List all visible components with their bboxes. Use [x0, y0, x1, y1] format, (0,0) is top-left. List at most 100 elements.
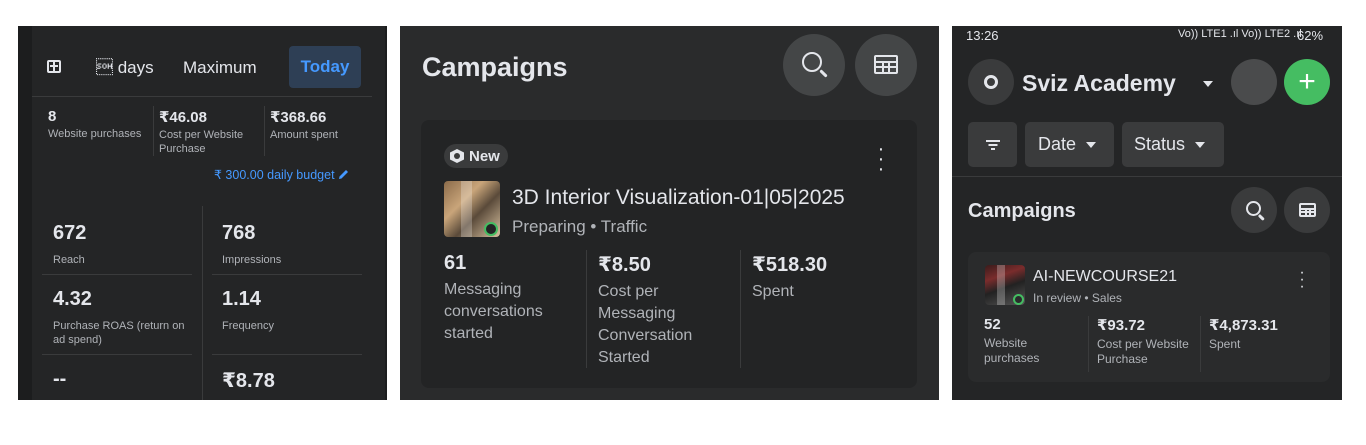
account-name[interactable]: Sviz Academy	[1022, 70, 1176, 97]
tab-maximum[interactable]: Maximum	[183, 58, 257, 78]
metric-label: Purchase ROAS (return on ad spend)	[53, 320, 185, 346]
divider	[952, 176, 1342, 177]
table-icon	[874, 55, 898, 74]
divider	[212, 274, 362, 275]
status-indicator	[484, 222, 498, 236]
metric-spent: ₹518.30 Spent	[752, 252, 892, 303]
signal-indicator: Vo)) LTE1 .ıl Vo)) LTE2 .ıl	[1178, 28, 1302, 40]
divider	[1200, 316, 1201, 372]
metric-value: --	[53, 368, 67, 390]
filter-button[interactable]	[968, 122, 1017, 167]
divider	[212, 354, 362, 355]
more-vert-icon[interactable]: · · ·	[1297, 265, 1307, 295]
stat-value: ₹46.08	[159, 109, 207, 126]
metric-empty: --	[53, 368, 66, 391]
date-filter-label: Date	[1038, 134, 1077, 154]
stat-amount-spent: ₹368.66 Amount spent	[270, 108, 374, 142]
metric-label: Cost per Messaging Conversation Started	[598, 283, 693, 366]
metric-cost: ₹8.78	[222, 368, 275, 393]
calendar-icon[interactable]	[47, 60, 61, 73]
divider	[32, 96, 372, 97]
page-title: Campaigns	[422, 52, 568, 82]
metric-value: 672	[53, 222, 87, 244]
plus-icon: +	[1298, 65, 1316, 98]
metric-label: Cost per Website Purchase	[1097, 337, 1189, 366]
stat-label: Cost per Website Purchase	[159, 129, 244, 155]
budget-text: ₹ 300.00 daily budget	[214, 168, 335, 182]
metric-label: Reach	[53, 254, 85, 266]
metric-label: Spent	[1209, 337, 1241, 351]
metric-spent: ₹4,873.31 Spent	[1209, 316, 1319, 352]
account-settings-button[interactable]	[968, 59, 1014, 105]
insights-panel:  days Maximum Today 8 Website purchases…	[18, 26, 387, 400]
new-hexagon-icon	[450, 149, 464, 163]
metric-cost-per-purchase: ₹93.72 Cost per Website Purchase	[1097, 316, 1203, 367]
daily-budget-link[interactable]: ₹ 300.00 daily budget	[214, 167, 349, 182]
metric-frequency: 1.14 Frequency	[222, 288, 274, 333]
metric-label: Impressions	[222, 254, 282, 266]
stat-label: Amount spent	[270, 129, 338, 141]
metric-purchase-roas: 4.32 Purchase ROAS (return on ad spend)	[53, 288, 193, 347]
campaign-status: In review • Sales	[1033, 291, 1122, 305]
campaign-name[interactable]: AI-NEWCOURSE21	[1033, 268, 1177, 286]
metric-value: 768	[222, 222, 256, 244]
chevron-down-icon[interactable]	[1203, 81, 1213, 87]
gear-icon	[984, 75, 998, 89]
status-indicator	[1013, 294, 1024, 305]
metric-value: ₹8.50	[598, 254, 651, 276]
search-button[interactable]	[783, 34, 845, 96]
metric-value: ₹4,873.31	[1209, 317, 1278, 334]
metric-value: ₹93.72	[1097, 317, 1145, 334]
table-view-button[interactable]	[1284, 187, 1330, 233]
metric-label: Website purchases	[984, 336, 1040, 365]
new-badge: New	[444, 144, 508, 168]
status-filter-dropdown[interactable]: Status	[1122, 122, 1224, 167]
metric-label: Frequency	[222, 320, 274, 332]
divider	[42, 354, 192, 355]
stat-value: 8	[48, 108, 57, 125]
metric-reach: 672 Reach	[53, 222, 86, 267]
metric-value: 1.14	[222, 288, 261, 310]
more-vert-icon[interactable]: · · ·	[876, 139, 886, 179]
campaigns-panel: Campaigns New · · · 3D Interior Visualizat…	[400, 26, 939, 400]
clock: 13:26	[966, 28, 999, 43]
search-button[interactable]	[1231, 187, 1277, 233]
create-button[interactable]: +	[1284, 59, 1330, 105]
metric-value: ₹518.30	[752, 254, 828, 276]
table-icon	[1299, 203, 1316, 217]
divider	[202, 206, 203, 400]
campaign-name[interactable]: 3D Interior Visualization-01|05|2025	[512, 186, 845, 210]
metric-cost-per-conversation: ₹8.50 Cost per Messaging Conversation St…	[598, 252, 738, 369]
metric-impressions: 768 Impressions	[222, 222, 281, 267]
pencil-icon	[339, 170, 349, 179]
tab-today[interactable]: Today	[289, 46, 361, 88]
table-view-button[interactable]	[855, 34, 917, 96]
divider	[42, 274, 192, 275]
metric-value: 4.32	[53, 288, 92, 310]
battery-level: 62%	[1297, 28, 1324, 43]
status-bar: 13:26 Vo)) LTE1 .ıl Vo)) LTE2 .ıl 62%	[952, 26, 1342, 44]
metric-value: 52	[984, 316, 1001, 333]
metric-label: Messaging conversations started	[444, 281, 543, 342]
section-title: Campaigns	[968, 200, 1076, 222]
badge-label: New	[469, 147, 500, 165]
status-filter-label: Status	[1134, 134, 1186, 154]
chevron-down-icon	[1086, 141, 1097, 148]
divider	[740, 250, 741, 368]
metric-value: ₹8.78	[222, 370, 275, 392]
divider	[1088, 316, 1089, 372]
stat-website-purchases: 8 Website purchases	[48, 108, 152, 141]
metric-website-purchases: 52 Website purchases	[984, 316, 1084, 366]
stat-value: ₹368.66	[270, 109, 327, 126]
filter-icon	[985, 139, 1000, 150]
date-range-tab[interactable]:  days	[96, 58, 154, 78]
divider	[264, 106, 265, 156]
divider	[586, 250, 587, 368]
metric-label: Spent	[752, 283, 794, 300]
stat-label: Website purchases	[48, 128, 142, 140]
divider	[153, 106, 154, 156]
campaign-status: Preparing • Traffic	[512, 217, 648, 236]
date-filter-dropdown[interactable]: Date	[1025, 122, 1114, 167]
avatar[interactable]	[1231, 59, 1277, 105]
metric-value: 61	[444, 252, 467, 274]
